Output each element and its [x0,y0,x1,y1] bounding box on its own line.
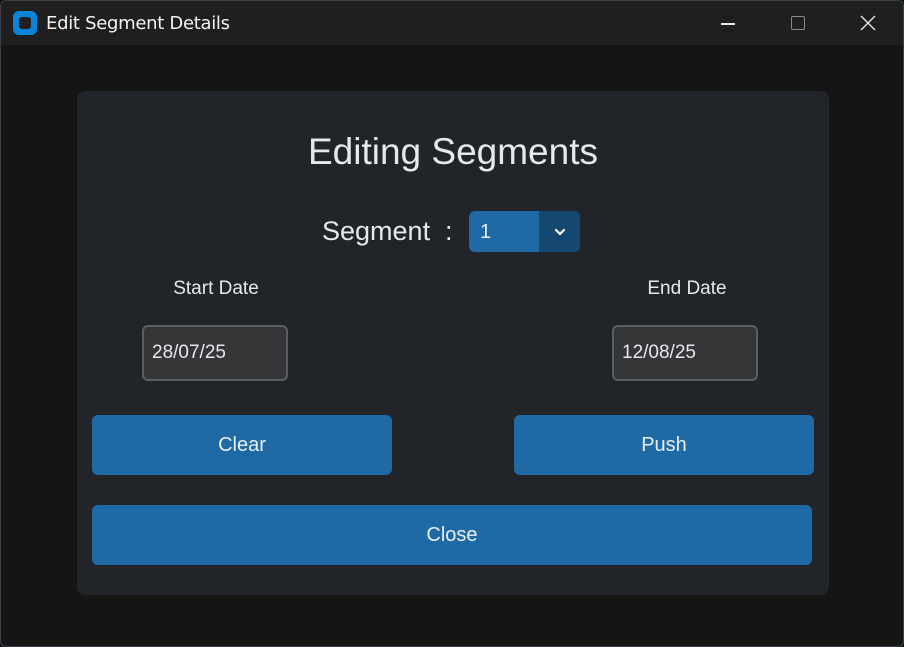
page-title: Editing Segments [307,131,598,172]
segment-separator: : [445,216,453,246]
close-window-button[interactable] [833,1,903,45]
chevron-down-icon [554,228,565,235]
segment-label: Segment [322,216,431,246]
close-icon [860,15,876,31]
close-button[interactable]: Close [92,505,812,565]
maximize-button[interactable] [763,1,833,45]
segment-dropdown-arrow[interactable] [539,211,580,252]
window-title: Edit Segment Details [46,13,230,34]
clear-button[interactable]: Clear [92,415,392,475]
title-bar[interactable]: Edit Segment Details [1,1,903,45]
minimize-button[interactable] [693,1,763,45]
minimize-icon [721,23,735,25]
app-window: Edit Segment Details Editing Segments Se… [0,0,904,647]
app-icon [13,11,37,35]
maximize-icon [791,16,805,30]
segment-dropdown[interactable]: 1 [469,211,580,252]
start-date-input[interactable] [142,325,288,381]
push-button[interactable]: Push [514,415,814,475]
start-date-label: Start Date [173,278,259,299]
segment-selected-value: 1 [480,221,492,243]
end-date-input[interactable] [612,325,758,381]
end-date-label: End Date [647,278,727,299]
edit-segment-panel: Editing Segments Segment : 1 Start Date … [77,91,829,595]
